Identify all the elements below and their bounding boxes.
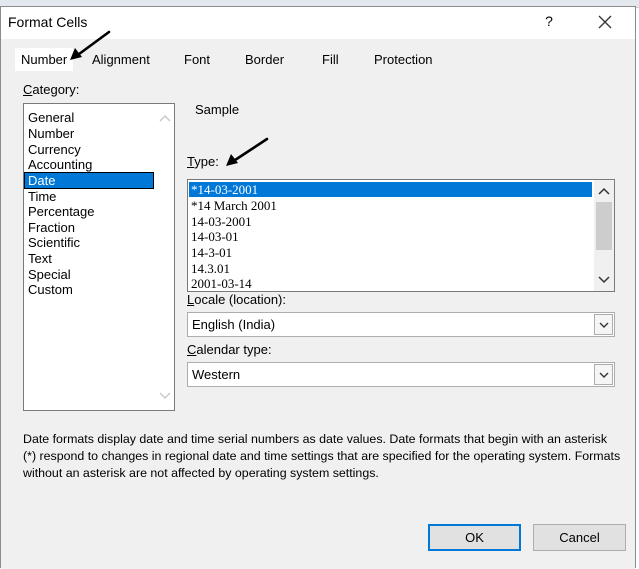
tab-number[interactable]: Number [15, 48, 74, 71]
tab-border[interactable]: Border [245, 52, 284, 67]
help-button[interactable]: ? [541, 11, 557, 31]
category-item-fraction[interactable]: Fraction [27, 220, 75, 235]
category-item-custom[interactable]: Custom [27, 282, 73, 297]
type-item[interactable]: 14-03-01 [191, 229, 239, 244]
type-item[interactable]: *14-03-2001 [189, 182, 592, 197]
type-scroll-up-button[interactable] [594, 181, 614, 201]
category-item-number[interactable]: Number [27, 126, 74, 141]
dialog-footer: OK Cancel [1, 510, 635, 569]
annotation-arrow-icon [226, 137, 269, 166]
category-item-general[interactable]: General [27, 110, 74, 125]
locale-dropdown-button[interactable] [594, 314, 613, 335]
category-item-percentage[interactable]: Percentage [27, 204, 95, 219]
calendar-type-value: Western [192, 367, 241, 382]
dialog-title: Format Cells [8, 14, 88, 30]
tab-font[interactable]: Font [184, 52, 210, 67]
type-scroll-thumb[interactable] [596, 202, 612, 250]
type-scrollbar[interactable] [594, 180, 614, 291]
type-item[interactable]: 14.3.01 [191, 261, 230, 276]
dropdown-arrow-icon [599, 372, 608, 378]
type-label: Type: [187, 154, 219, 169]
type-item[interactable]: 14-03-2001 [191, 214, 252, 229]
locale-value: English (India) [192, 317, 276, 332]
sample-label: Sample [195, 102, 240, 117]
calendar-type-label: Calendar type: [187, 342, 272, 357]
category-scrollbar[interactable] [156, 105, 174, 409]
scroll-up-icon [598, 187, 610, 195]
type-item[interactable]: *14 March 2001 [191, 198, 277, 213]
cancel-button[interactable]: Cancel [533, 524, 626, 551]
scroll-down-icon [598, 276, 610, 284]
format-cells-dialog: Format Cells ? Number Alignment Font Bor… [0, 6, 636, 569]
annotation-arrow-icon [70, 30, 111, 60]
locale-label: Locale (location): [187, 292, 287, 307]
type-scroll-down-button[interactable] [594, 270, 614, 290]
category-item-currency[interactable]: Currency [27, 142, 81, 157]
calendar-dropdown-button[interactable] [594, 364, 613, 385]
type-item[interactable]: 2001-03-14 [191, 276, 252, 291]
category-list[interactable]: General Number Currency Accounting Date … [23, 103, 175, 411]
category-label: Category: [23, 82, 80, 97]
category-item-special[interactable]: Special [27, 267, 71, 282]
category-item-accounting[interactable]: Accounting [27, 157, 92, 172]
close-icon [598, 15, 612, 29]
type-item[interactable]: 14-3-01 [191, 245, 232, 260]
category-item-scientific[interactable]: Scientific [27, 235, 80, 250]
dropdown-arrow-icon [599, 322, 608, 328]
tab-fill[interactable]: Fill [322, 52, 339, 67]
category-item-text[interactable]: Text [27, 251, 52, 266]
ok-button[interactable]: OK [428, 524, 521, 551]
format-description: Date formats display date and time seria… [23, 432, 621, 480]
close-button[interactable] [592, 10, 618, 34]
calendar-type-dropdown[interactable]: Western [187, 362, 615, 387]
category-item-date[interactable]: Date [24, 172, 154, 189]
scroll-up-icon [159, 115, 171, 122]
scroll-down-icon [159, 392, 171, 399]
category-item-time[interactable]: Time [27, 189, 56, 204]
type-list[interactable]: *14-03-2001 *14 March 2001 14-03-2001 14… [187, 179, 615, 292]
locale-dropdown[interactable]: English (India) [187, 312, 615, 337]
tab-protection[interactable]: Protection [374, 52, 433, 67]
